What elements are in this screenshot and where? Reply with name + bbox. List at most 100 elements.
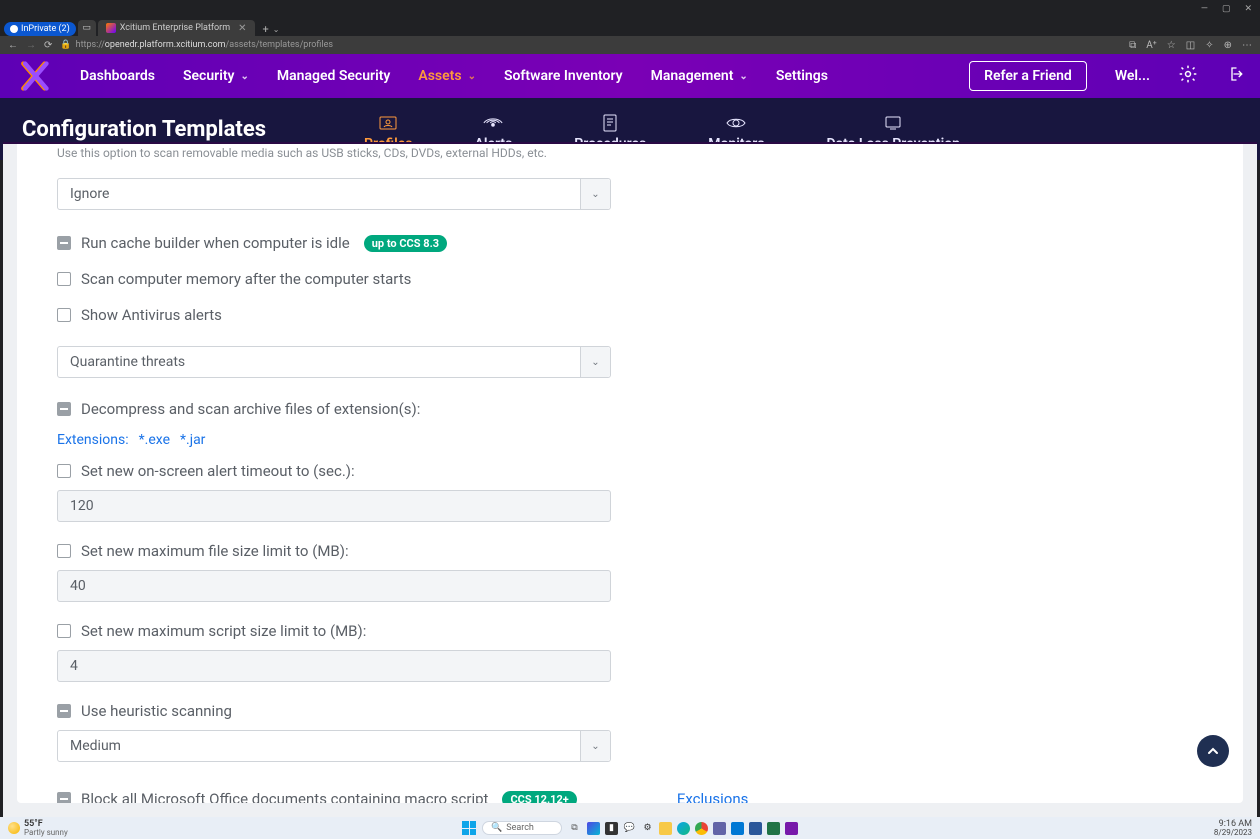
logout-icon[interactable] (1226, 65, 1244, 87)
taskbar-app-chrome[interactable] (695, 822, 708, 835)
threat-action-select[interactable]: Quarantine threats ⌄ (57, 346, 611, 378)
nav-refresh-icon[interactable]: ⟳ (44, 40, 52, 51)
split-icon[interactable]: ◫ (1186, 40, 1195, 51)
taskbar-app-explorer[interactable]: ▮ (605, 822, 618, 835)
chevron-down-icon: ⌄ (739, 71, 747, 82)
welcome-label[interactable]: Wel... (1115, 68, 1150, 84)
taskbar-app-copilot[interactable] (587, 822, 600, 835)
chevron-down-icon: ⌄ (580, 179, 610, 209)
window-close[interactable]: ✕ (1244, 4, 1252, 14)
taskbar-app-edge[interactable] (677, 822, 690, 835)
max-script-checkbox[interactable] (57, 624, 71, 638)
chevron-down-icon: ⌄ (580, 347, 610, 377)
more-icon[interactable]: ⋯ (1242, 40, 1252, 51)
taskbar-app-chat[interactable]: 💬 (623, 822, 636, 835)
nav-managed-security[interactable]: Managed Security (277, 68, 391, 84)
heuristic-label: Use heuristic scanning (81, 702, 232, 720)
run-cache-builder-label: Run cache builder when computer is idle (81, 234, 350, 252)
brand-logo[interactable] (16, 60, 52, 92)
nav-settings[interactable]: Settings (776, 68, 828, 84)
tab-close-icon[interactable]: ✕ (238, 23, 246, 34)
chevron-down-icon: ⌄ (468, 71, 476, 82)
taskbar-app-store[interactable]: ⚙ (641, 822, 654, 835)
favorite-icon[interactable]: ☆ (1167, 40, 1176, 51)
weather-icon (8, 822, 20, 834)
scroll-to-top-button[interactable] (1197, 735, 1229, 767)
max-file-row: Set new maximum file size limit to (MB): (57, 542, 1203, 560)
taskbar-taskview-icon[interactable]: ⧉ (568, 822, 581, 835)
taskbar-app-word[interactable] (749, 822, 762, 835)
max-script-input[interactable]: 4 (57, 650, 611, 682)
nav-software-inventory[interactable]: Software Inventory (504, 68, 623, 84)
extensions-label[interactable]: Extensions: (57, 432, 129, 448)
max-file-label: Set new maximum file size limit to (MB): (81, 542, 349, 560)
content-viewport: Use this option to scan removable media … (3, 142, 1257, 817)
show-alerts-checkbox[interactable] (57, 308, 71, 322)
read-aloud-icon[interactable]: A⁺ (1146, 40, 1157, 51)
block-macro-row: Block all Microsoft Office documents con… (57, 790, 1203, 803)
max-script-row: Set new maximum script size limit to (MB… (57, 622, 1203, 640)
window-titlebar: — ▢ ✕ (0, 0, 1260, 18)
block-macro-checkbox[interactable] (57, 792, 71, 803)
taskbar-weather[interactable]: 55°F Partly sunny (8, 820, 68, 837)
nav-management[interactable]: Management⌄ (651, 68, 748, 84)
translate-icon[interactable]: ⧉ (1129, 40, 1136, 51)
dlp-icon (882, 114, 904, 132)
browser-tabbar: InPrivate (2) ▭ Xcitium Enterprise Platf… (0, 18, 1260, 36)
max-file-input[interactable]: 40 (57, 570, 611, 602)
window-maximize[interactable]: ▢ (1222, 4, 1231, 14)
chevron-down-icon: ⌄ (241, 71, 249, 82)
taskbar-app-outlook[interactable] (731, 822, 744, 835)
nav-back-icon[interactable]: ← (8, 40, 18, 51)
profile-dot-icon (10, 25, 18, 33)
start-button[interactable] (462, 821, 476, 835)
alerts-icon (482, 114, 504, 132)
taskbar-search[interactable]: 🔍 Search (482, 821, 562, 835)
exclusions-link[interactable]: Exclusions (677, 790, 749, 803)
taskbar-app-teams[interactable] (713, 822, 726, 835)
alert-timeout-checkbox[interactable] (57, 464, 71, 478)
extension-exe[interactable]: *.exe (139, 432, 170, 448)
settings-gear-icon[interactable] (1178, 64, 1198, 88)
alert-timeout-input[interactable]: 120 (57, 490, 611, 522)
heuristic-checkbox[interactable] (57, 704, 71, 718)
taskbar-app-onenote[interactable] (785, 822, 798, 835)
nav-dashboards[interactable]: Dashboards (80, 68, 155, 84)
window-minimize[interactable]: — (1201, 4, 1208, 14)
scan-memory-row: Scan computer memory after the computer … (57, 270, 1203, 288)
taskbar-app-excel[interactable] (767, 822, 780, 835)
nav-assets[interactable]: Assets⌄ (418, 68, 476, 84)
nav-forward-icon[interactable]: → (26, 40, 36, 51)
weather-condition: Partly sunny (24, 829, 68, 837)
removable-media-action-select[interactable]: Ignore ⌄ (57, 178, 611, 210)
tab-xcitium[interactable]: Xcitium Enterprise Platform ✕ (98, 20, 255, 36)
procedures-icon (599, 114, 621, 132)
chevron-up-icon (1206, 744, 1220, 758)
refer-friend-button[interactable]: Refer a Friend (969, 61, 1087, 91)
nav-security[interactable]: Security⌄ (183, 68, 249, 84)
scan-memory-checkbox[interactable] (57, 272, 71, 286)
max-script-label: Set new maximum script size limit to (MB… (81, 622, 366, 640)
favorites-bar-icon[interactable]: ✧ (1205, 40, 1213, 51)
max-file-checkbox[interactable] (57, 544, 71, 558)
alert-timeout-label: Set new on-screen alert timeout to (sec.… (81, 462, 355, 480)
url-box[interactable]: 🔒 https://openedr.platform.xcitium.com/a… (60, 40, 333, 50)
run-cache-builder-row: Run cache builder when computer is idle … (57, 234, 1203, 252)
select-value: Ignore (58, 186, 580, 202)
extension-jar[interactable]: *.jar (180, 432, 205, 448)
inprivate-indicator[interactable]: InPrivate (2) (4, 22, 76, 36)
tab-blank[interactable]: ▭ (78, 20, 96, 36)
collections-icon[interactable]: ⊕ (1224, 40, 1232, 51)
run-cache-builder-checkbox[interactable] (57, 236, 71, 250)
app-topnav: Dashboards Security⌄ Managed Security As… (0, 54, 1260, 98)
alert-timeout-row: Set new on-screen alert timeout to (sec.… (57, 462, 1203, 480)
new-tab-button[interactable]: + ⌄ (257, 23, 286, 36)
settings-card: Use this option to scan removable media … (17, 144, 1243, 803)
heuristic-level-select[interactable]: Medium ⌄ (57, 730, 611, 762)
inprivate-label: InPrivate (2) (21, 24, 70, 34)
taskbar-clock[interactable]: 9:16 AM 8/29/2023 (1214, 820, 1252, 837)
taskbar-app-files[interactable] (659, 822, 672, 835)
browser-addressbar: ← → ⟳ 🔒 https://openedr.platform.xcitium… (0, 36, 1260, 54)
decompress-checkbox[interactable] (57, 402, 71, 416)
windows-taskbar: 55°F Partly sunny 🔍 Search ⧉ ▮ 💬 ⚙ 9:16 … (0, 817, 1260, 839)
